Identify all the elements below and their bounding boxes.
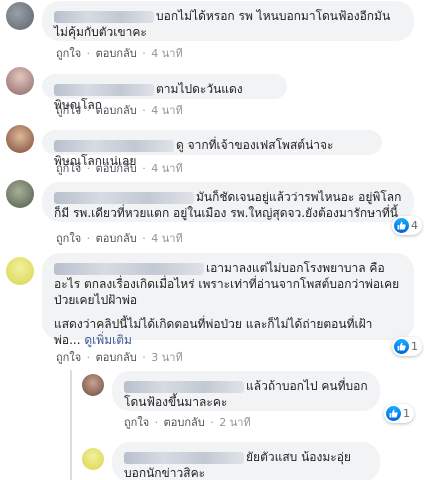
reply-link[interactable]: ตอบกลับ [96,47,137,60]
reaction-number: 1 [403,407,410,420]
commenter-name[interactable] [54,139,174,152]
reaction-number: 4 [411,219,418,232]
commenter-name[interactable] [124,380,244,393]
reply-bubble: แล้วถ้าบอกไป คนที่บอกโดนฟ้องขึ้นมาละคะ [112,371,380,411]
commenter-name[interactable] [54,83,154,96]
comment-actions: ถูกใจ · ตอบกลับ · 4 นาที [56,47,183,60]
reply-link[interactable]: ตอบกลับ [96,162,137,175]
reply-link[interactable]: ตอบกลับ [96,104,137,117]
thumbs-up-icon [386,406,401,421]
commenter-name[interactable] [54,262,204,275]
commenter-name[interactable] [54,10,154,23]
avatar[interactable] [6,180,34,208]
reaction-count[interactable]: 1 [384,404,414,423]
avatar[interactable] [82,374,104,396]
comment-actions: ถูกใจ · ตอบกลับ · 3 นาที [56,351,183,364]
avatar[interactable] [6,67,34,95]
reply-link[interactable]: ตอบกลับ [96,351,137,364]
like-link[interactable]: ถูกใจ [56,162,81,175]
thumbs-up-icon [394,339,409,354]
like-link[interactable]: ถูกใจ [56,351,81,364]
reaction-count[interactable]: 1 [392,337,422,356]
commenter-name[interactable] [124,451,244,464]
thumbs-up-icon [394,218,409,233]
reply-thread-line [70,370,72,480]
timestamp[interactable]: 4 นาที [151,162,182,175]
like-link[interactable]: ถูกใจ [124,416,149,429]
avatar[interactable] [6,125,34,153]
reply-actions: ถูกใจ · ตอบกลับ · 2 นาที [124,416,251,429]
comment-actions: ถูกใจ · ตอบกลับ · 4 นาที [56,104,183,117]
see-more-link[interactable]: ดูเพิ่มเติม [84,333,132,347]
avatar[interactable] [6,257,34,285]
reply-bubble: ยัยตัวแสบ น้องมะอุ่ย บอกนักข่าวสิคะ [112,442,380,480]
avatar[interactable] [6,2,34,30]
timestamp[interactable]: 4 นาที [151,104,182,117]
like-link[interactable]: ถูกใจ [56,232,81,245]
reaction-count[interactable]: 4 [392,216,422,235]
like-link[interactable]: ถูกใจ [56,104,81,117]
avatar[interactable] [82,448,104,470]
timestamp[interactable]: 2 นาที [219,416,250,429]
reply-link[interactable]: ตอบกลับ [164,416,205,429]
commenter-name[interactable] [54,191,194,204]
timestamp[interactable]: 4 นาที [151,47,182,60]
comment-bubble: มันก็ชัดเจนอยู่แล้วว่ารพไหนอะ อยู่พิโลกก… [42,182,414,222]
like-link[interactable]: ถูกใจ [56,47,81,60]
comment-bubble: ดู จากที่เจ้าของเฟสโพสต์น่าจะพิษณุโลกแน่… [42,130,382,168]
timestamp[interactable]: 4 นาที [151,232,182,245]
reaction-number: 1 [411,340,418,353]
comment-bubble: บอกไม่ได้หรอก รพ ไหนบอกมาโดนฟ้องอีกมันไม… [42,1,414,41]
comment-actions: ถูกใจ · ตอบกลับ · 4 นาที [56,162,183,175]
timestamp[interactable]: 3 นาที [151,351,182,364]
reply-link[interactable]: ตอบกลับ [96,232,137,245]
comment-bubble: ตามไปดะวันแดงพิษณุโลก [42,74,287,112]
comment-actions: ถูกใจ · ตอบกลับ · 4 นาที [56,232,183,245]
comment-bubble: เอามาลงแต่ไม่บอกโรงพยาบาล คือ อะไร ตกลงเ… [42,253,414,347]
